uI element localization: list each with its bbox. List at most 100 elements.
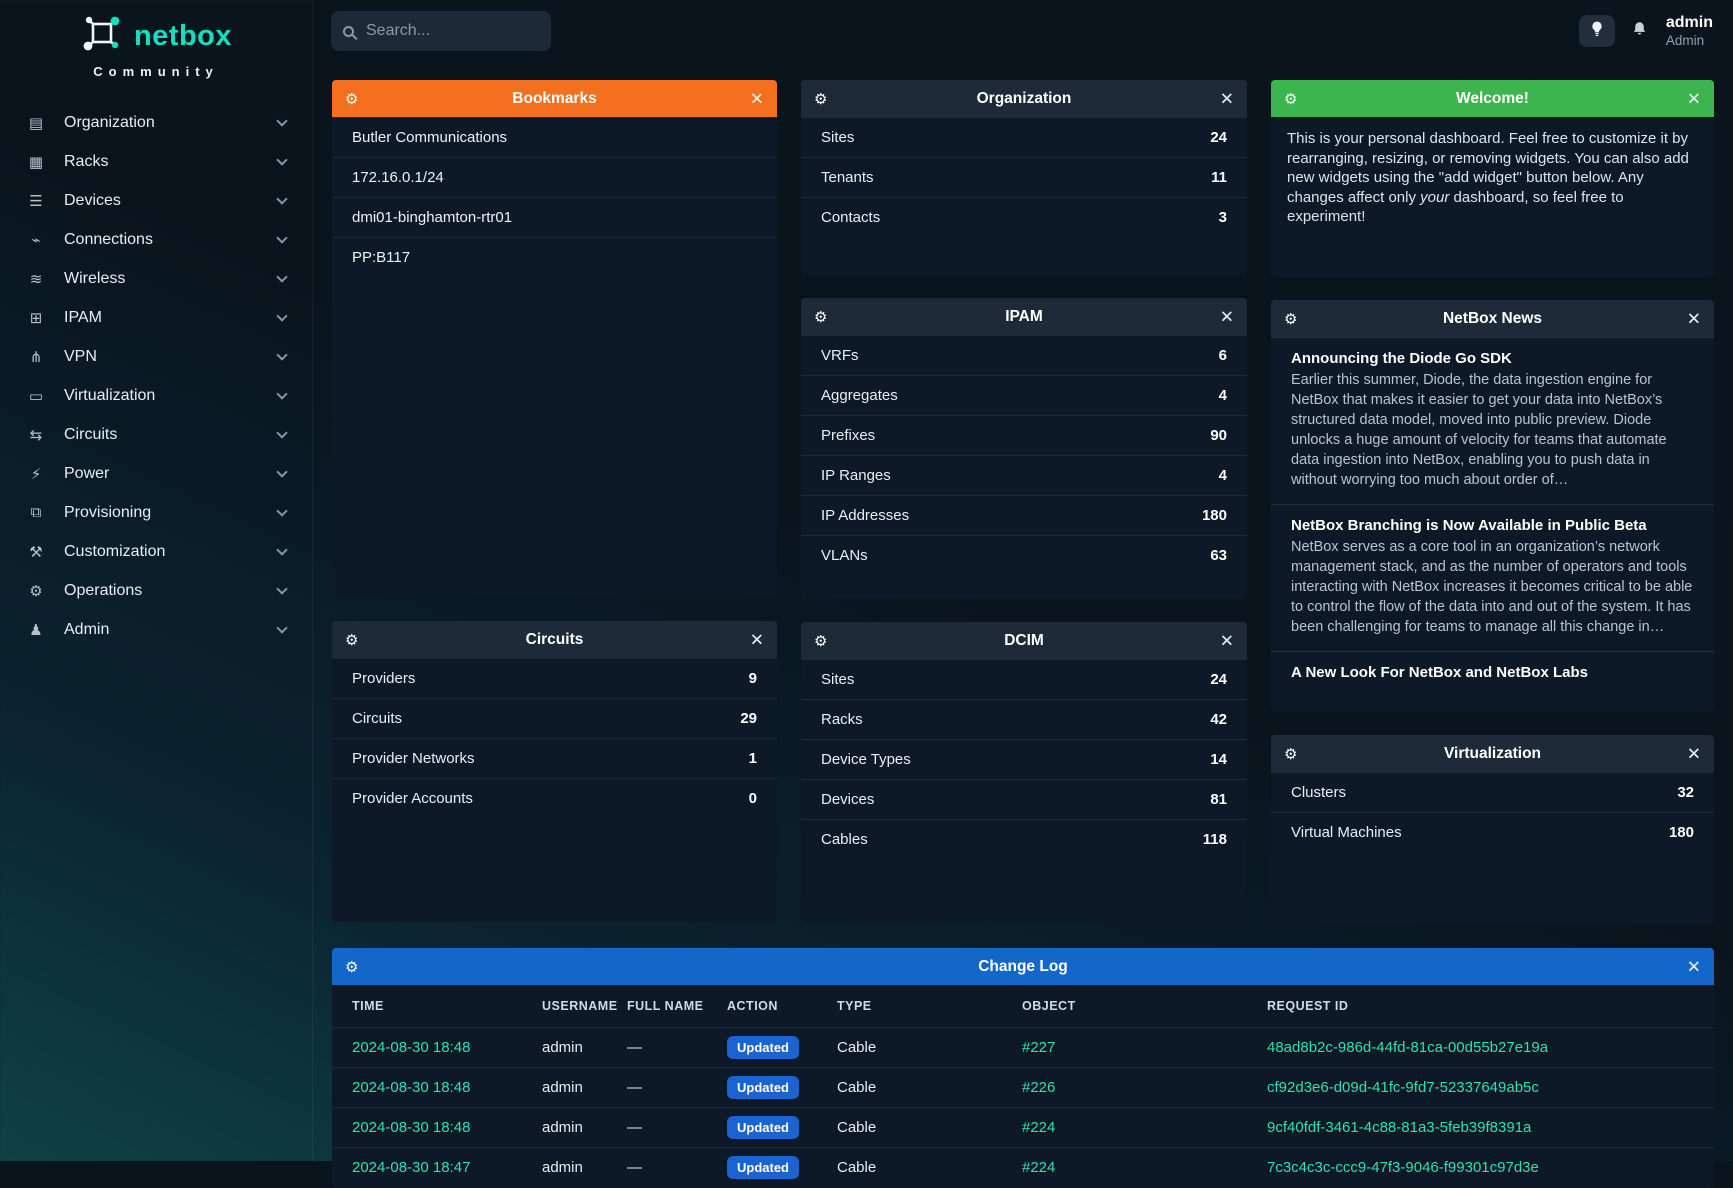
widget-close-icon[interactable]: ✕ — [1687, 90, 1701, 107]
bookmark-item[interactable]: 172.16.0.1/24 — [332, 157, 777, 197]
widget-close-icon[interactable]: ✕ — [1220, 308, 1234, 325]
change-type: Cable — [837, 1119, 1022, 1136]
change-request-id-link[interactable]: 7c3c4c3c-ccc9-47f3-9046-f99301c97d3e — [1267, 1159, 1694, 1176]
sidebar-item[interactable]: ⚙ Operations — [0, 571, 312, 610]
stat-row[interactable]: Sites 24 — [801, 117, 1247, 157]
news-headline[interactable]: NetBox Branching is Now Available in Pub… — [1291, 517, 1694, 534]
sidebar-item[interactable]: ⚒ Customization — [0, 532, 312, 571]
stat-row[interactable]: Circuits 29 — [332, 698, 777, 738]
widget-config-gear-icon[interactable]: ⚙ — [814, 308, 827, 326]
stat-value: 3 — [1219, 209, 1227, 226]
stat-value: 11 — [1211, 169, 1227, 186]
stat-value: 32 — [1677, 784, 1694, 801]
chevron-down-icon — [276, 466, 287, 477]
search-input[interactable] — [366, 22, 526, 40]
widget-close-icon[interactable]: ✕ — [750, 631, 764, 648]
stat-label: Providers — [352, 670, 415, 687]
bookmark-item[interactable]: PP:B117 — [332, 237, 777, 277]
stat-label: Circuits — [352, 710, 402, 727]
sidebar-item-label: Wireless — [64, 270, 125, 288]
stat-row[interactable]: IP Addresses 180 — [801, 495, 1247, 535]
notifications-button[interactable] — [1631, 20, 1648, 43]
sidebar-item[interactable]: ⚡ Power — [0, 454, 312, 493]
widget-config-gear-icon[interactable]: ⚙ — [345, 631, 358, 649]
sidebar-item-icon: ⊞ — [24, 309, 48, 327]
stat-row[interactable]: Prefixes 90 — [801, 415, 1247, 455]
sidebar-item-icon: ⚙ — [24, 582, 48, 600]
sidebar-item-label: Connections — [64, 231, 153, 249]
widget-config-gear-icon[interactable]: ⚙ — [814, 90, 827, 108]
change-object-link[interactable]: #224 — [1022, 1159, 1267, 1176]
sidebar-item[interactable]: ⊞ IPAM — [0, 298, 312, 337]
sidebar-item[interactable]: ♟ Admin — [0, 610, 312, 649]
stat-row[interactable]: Contacts 3 — [801, 197, 1247, 237]
change-request-id-link[interactable]: cf92d3e6-d09d-41fc-9fd7-52337649ab5c — [1267, 1079, 1694, 1096]
stat-row[interactable]: Sites 24 — [801, 659, 1247, 699]
search-box[interactable] — [331, 11, 551, 51]
chevron-down-icon — [276, 544, 287, 555]
widget-config-gear-icon[interactable]: ⚙ — [1284, 310, 1297, 328]
user-name: admin — [1666, 13, 1713, 33]
stat-row[interactable]: Racks 42 — [801, 699, 1247, 739]
change-request-id-link[interactable]: 48ad8b2c-986d-44fd-81ca-00d55b27e19a — [1267, 1039, 1694, 1056]
sidebar-item[interactable]: ☰ Devices — [0, 181, 312, 220]
widget-config-gear-icon[interactable]: ⚙ — [1284, 745, 1297, 763]
theme-toggle-button[interactable] — [1579, 15, 1615, 47]
stat-list: VRFs 6 Aggregates 4 Prefixes 90 — [801, 335, 1247, 575]
stat-row[interactable]: IP Ranges 4 — [801, 455, 1247, 495]
sidebar-item[interactable]: ⧉ Provisioning — [0, 493, 312, 532]
change-object-link[interactable]: #227 — [1022, 1039, 1267, 1056]
brand-name[interactable]: netbox — [134, 20, 232, 53]
bell-icon — [1631, 20, 1648, 43]
change-object-link[interactable]: #226 — [1022, 1079, 1267, 1096]
stat-row[interactable]: Tenants 11 — [801, 157, 1247, 197]
bookmark-item[interactable]: Butler Communications — [332, 117, 777, 157]
stat-row[interactable]: Aggregates 4 — [801, 375, 1247, 415]
change-request-id-link[interactable]: 9cf40fdf-3461-4c88-81a3-5feb39f8391a — [1267, 1119, 1694, 1136]
widget-close-icon[interactable]: ✕ — [1687, 958, 1701, 975]
news-headline[interactable]: Announcing the Diode Go SDK — [1291, 350, 1694, 367]
widget-config-gear-icon[interactable]: ⚙ — [1284, 90, 1297, 108]
widget-config-gear-icon[interactable]: ⚙ — [345, 958, 358, 976]
widget-close-icon[interactable]: ✕ — [1220, 90, 1234, 107]
stat-row[interactable]: Virtual Machines 180 — [1271, 812, 1714, 852]
widget-title: Bookmarks — [512, 90, 596, 108]
netbox-news-widget: ⚙ NetBox News ✕ Announcing the Diode Go … — [1271, 300, 1714, 712]
sidebar-item[interactable]: ⇆ Circuits — [0, 415, 312, 454]
stat-row[interactable]: Provider Networks 1 — [332, 738, 777, 778]
change-full-name: — — [627, 1079, 727, 1096]
widget-config-gear-icon[interactable]: ⚙ — [814, 632, 827, 650]
stat-row[interactable]: Cables 118 — [801, 819, 1247, 859]
widget-close-icon[interactable]: ✕ — [1220, 632, 1234, 649]
chevron-down-icon — [276, 427, 287, 438]
widget-close-icon[interactable]: ✕ — [1687, 745, 1701, 762]
stat-row[interactable]: Providers 9 — [332, 658, 777, 698]
stat-row[interactable]: VLANs 63 — [801, 535, 1247, 575]
widget-config-gear-icon[interactable]: ⚙ — [345, 90, 358, 108]
bookmark-item[interactable]: dmi01-binghamton-rtr01 — [332, 197, 777, 237]
user-menu[interactable]: admin Admin — [1666, 13, 1713, 50]
stat-row[interactable]: Clusters 32 — [1271, 772, 1714, 812]
sidebar-item[interactable]: ≋ Wireless — [0, 259, 312, 298]
change-time-link[interactable]: 2024-08-30 18:47 — [352, 1159, 542, 1176]
stat-row[interactable]: Device Types 14 — [801, 739, 1247, 779]
sidebar-item[interactable]: ▤ Organization — [0, 103, 312, 142]
sidebar-item[interactable]: ▦ Racks — [0, 142, 312, 181]
stat-row[interactable]: Devices 81 — [801, 779, 1247, 819]
stat-row[interactable]: VRFs 6 — [801, 335, 1247, 375]
change-object-link[interactable]: #224 — [1022, 1119, 1267, 1136]
news-headline[interactable]: A New Look For NetBox and NetBox Labs — [1291, 664, 1694, 681]
table-row: 2024-08-30 18:47 admin — Updated Cable #… — [332, 1147, 1714, 1187]
sidebar-item[interactable]: ⋔ VPN — [0, 337, 312, 376]
sidebar-item[interactable]: ⌁ Connections — [0, 220, 312, 259]
stat-row[interactable]: Provider Accounts 0 — [332, 778, 777, 818]
sidebar-item-label: Customization — [64, 543, 165, 561]
widget-close-icon[interactable]: ✕ — [750, 90, 764, 107]
sidebar-item[interactable]: ▭ Virtualization — [0, 376, 312, 415]
widget-close-icon[interactable]: ✕ — [1687, 310, 1701, 327]
change-time-link[interactable]: 2024-08-30 18:48 — [352, 1119, 542, 1136]
change-time-link[interactable]: 2024-08-30 18:48 — [352, 1039, 542, 1056]
sidebar-item-icon: ⚒ — [24, 543, 48, 561]
change-time-link[interactable]: 2024-08-30 18:48 — [352, 1079, 542, 1096]
sidebar-item-icon: ☰ — [24, 192, 48, 210]
